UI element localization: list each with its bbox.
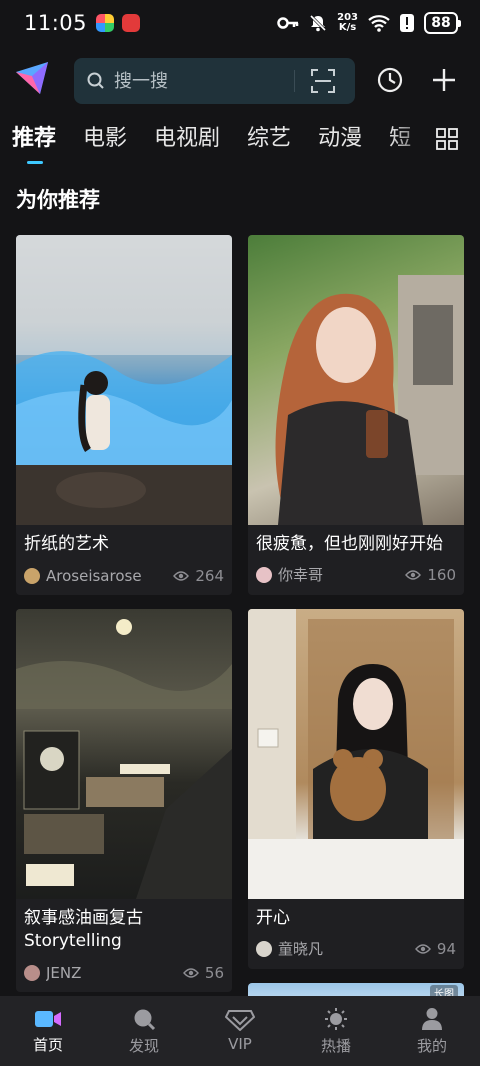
card-image — [248, 609, 464, 899]
nav-vip[interactable]: VIP — [192, 996, 288, 1066]
key-icon — [277, 17, 299, 29]
nav-vip-label: VIP — [228, 1035, 252, 1053]
card-author: JENZ — [46, 964, 82, 982]
video-camera-icon — [35, 1010, 61, 1027]
feed-card[interactable]: 叙事感油画复古Storytelling JENZ 56 — [16, 609, 232, 992]
card-image — [248, 235, 464, 525]
vip-diamond-icon — [225, 1010, 255, 1031]
view-count: 160 — [405, 566, 456, 584]
tab-variety[interactable]: 综艺 — [247, 122, 291, 156]
top-bar — [0, 56, 480, 104]
feed-card[interactable]: 很疲惫，但也刚刚好开始 你幸哥 160 — [248, 235, 464, 595]
card-views: 264 — [195, 567, 224, 585]
tab-recommend[interactable]: 推荐 — [12, 122, 56, 164]
search-divider — [294, 70, 295, 92]
app-logo-icon[interactable] — [12, 58, 52, 98]
card-author: 你幸哥 — [278, 566, 324, 584]
search-box[interactable] — [74, 58, 355, 104]
nav-discover-label: 发现 — [128, 1036, 159, 1055]
avatar — [256, 940, 272, 957]
card-author: 童晓凡 — [278, 940, 324, 958]
avatar — [24, 965, 40, 981]
nav-home[interactable]: 首页 — [0, 996, 96, 1066]
app-notification-icon — [96, 14, 115, 32]
card-views: 160 — [427, 565, 456, 584]
category-tabs: 推荐 电影 电视剧 综艺 动漫 短 — [0, 122, 480, 168]
card-views: 94 — [436, 939, 456, 958]
nav-trending-label: 热播 — [320, 1036, 351, 1055]
feed-card-partial[interactable]: 长图 — [248, 983, 464, 997]
nav-trending[interactable]: 热播 — [288, 996, 384, 1066]
nav-profile-label: 我的 — [416, 1036, 447, 1055]
add-icon[interactable] — [430, 66, 458, 94]
tabs-fade — [390, 122, 480, 168]
card-image-art — [248, 609, 464, 899]
card-image — [16, 609, 232, 899]
view-count: 264 — [173, 567, 224, 585]
mute-bell-icon — [310, 14, 327, 32]
card-author: Aroseisarose — [46, 567, 142, 585]
card-title: 很疲惫，但也刚刚好开始 — [256, 534, 443, 554]
nav-profile[interactable]: 我的 — [384, 996, 480, 1066]
discover-search-icon — [134, 1009, 156, 1030]
battery-indicator: 88 — [424, 12, 461, 34]
card-image-art — [16, 619, 232, 899]
eye-icon — [414, 943, 431, 954]
tab-tv-series[interactable]: 电视剧 — [154, 122, 220, 156]
scan-icon[interactable] — [310, 68, 336, 94]
user-icon — [422, 1007, 442, 1030]
status-time: 11:05 — [24, 11, 88, 35]
feed-card[interactable]: 开心 童晓凡 94 — [248, 609, 464, 969]
card-title: 开心 — [256, 908, 290, 928]
status-icons: 203 K/s 88 — [277, 12, 461, 34]
card-image-art — [16, 235, 232, 525]
section-title: 为你推荐 — [16, 188, 100, 212]
card-views: 56 — [204, 964, 224, 982]
category-grid-icon[interactable] — [436, 128, 458, 150]
bottom-nav: 首页 发现 VIP 热播 我的 — [0, 996, 480, 1066]
battery-level: 88 — [431, 15, 451, 31]
eye-icon — [182, 968, 199, 978]
eye-icon — [173, 571, 190, 581]
search-icon — [87, 72, 104, 89]
nav-discover[interactable]: 发现 — [96, 996, 192, 1066]
avatar — [256, 566, 272, 583]
card-meta: 你幸哥 160 — [256, 564, 456, 585]
alert-icon — [400, 14, 414, 32]
card-meta: 童晓凡 94 — [256, 938, 456, 959]
card-image — [16, 235, 232, 525]
card-title: 折纸的艺术 — [24, 534, 109, 554]
view-count: 56 — [182, 964, 224, 982]
tab-movies[interactable]: 电影 — [83, 122, 127, 156]
view-count: 94 — [414, 939, 456, 958]
avatar — [24, 568, 40, 584]
history-icon[interactable] — [376, 66, 404, 94]
feed-card[interactable]: 折纸的艺术 Aroseisarose 264 — [16, 235, 232, 595]
sun-icon — [325, 1007, 347, 1030]
net-speed-unit: K/s — [338, 22, 357, 33]
search-input[interactable] — [114, 70, 274, 92]
card-meta: JENZ 56 — [24, 964, 224, 982]
app-notification-icon — [122, 14, 141, 32]
wifi-icon — [368, 15, 390, 32]
tab-anime[interactable]: 动漫 — [318, 122, 362, 156]
card-meta: Aroseisarose 264 — [24, 567, 224, 585]
status-bar: 11:05 203 K/s 88 — [0, 0, 480, 46]
eye-icon — [405, 569, 422, 580]
card-image-art — [275, 275, 464, 525]
card-title: 叙事感油画复古Storytelling — [24, 908, 143, 951]
nav-home-label: 首页 — [32, 1035, 63, 1054]
net-speed: 203 K/s — [337, 13, 358, 33]
